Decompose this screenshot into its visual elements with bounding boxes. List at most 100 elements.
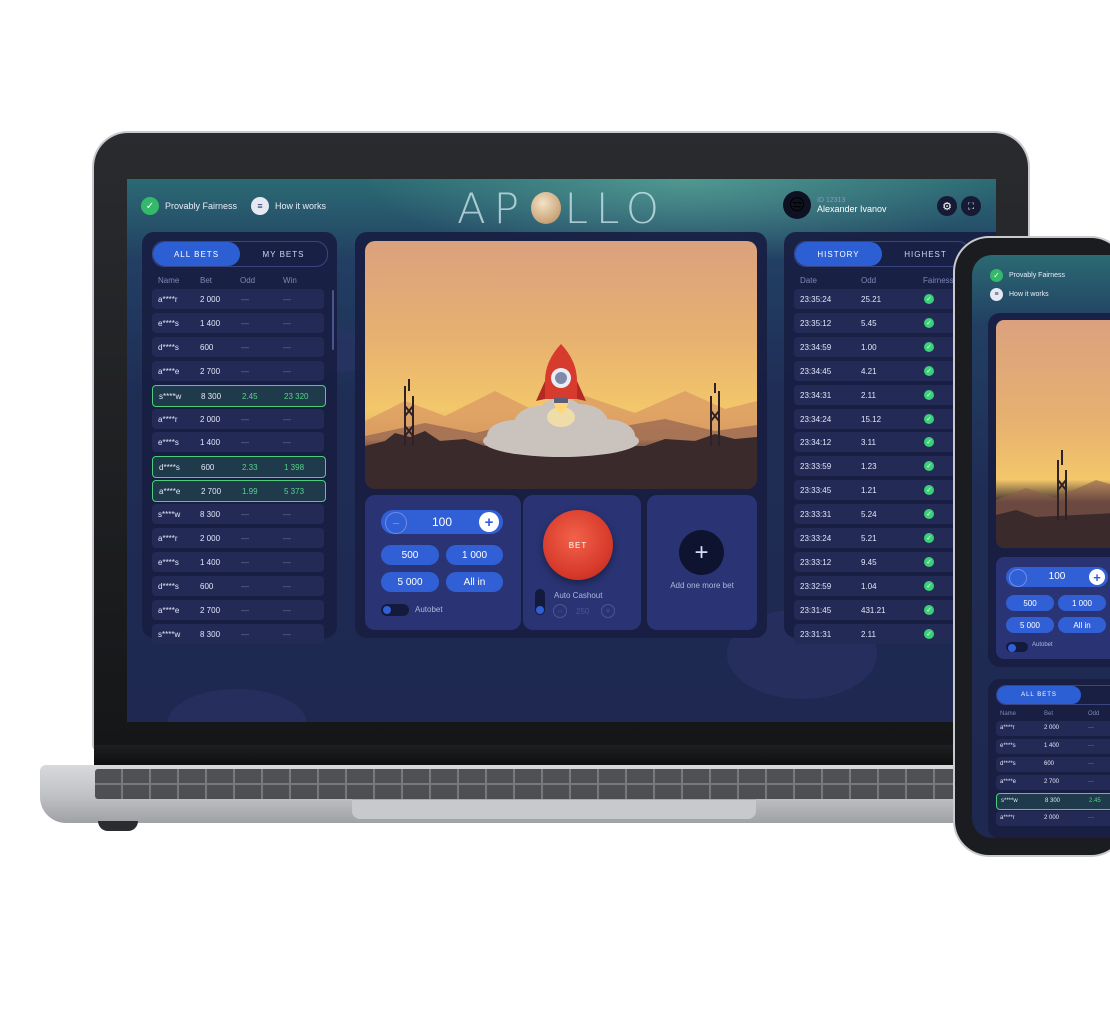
table-row[interactable]: s****w 8 300 2.45: [996, 793, 1110, 810]
plus-icon[interactable]: +: [479, 512, 499, 532]
fairness-check-icon[interactable]: ✓: [924, 485, 934, 496]
table-row[interactable]: d****s 600 —: [996, 757, 1110, 772]
table-row[interactable]: a****e 2 700 —: [996, 775, 1110, 790]
plus-icon[interactable]: +: [1089, 569, 1105, 585]
table-row[interactable]: s****w 8 300 — —: [152, 504, 324, 525]
bets-scrollbar[interactable]: [332, 290, 334, 350]
tablet-amount-stepper[interactable]: 100 +: [1006, 567, 1108, 587]
provably-fair-link[interactable]: ✓ Provably Fairness: [141, 197, 237, 215]
table-row[interactable]: d****s 600 — —: [152, 575, 324, 596]
table-row[interactable]: d****s 600 — —: [152, 336, 324, 357]
tablet-quick-bet-1000[interactable]: 1 000: [1058, 595, 1106, 611]
quick-bet-1000[interactable]: 1 000: [446, 545, 503, 565]
fairness-check-icon[interactable]: ✓: [924, 604, 934, 615]
fairness-check-icon[interactable]: ✓: [924, 389, 934, 400]
fairness-check-icon[interactable]: ✓: [924, 628, 934, 639]
user-id: ID 12313: [817, 196, 846, 204]
round-time: 23:31:45: [800, 605, 832, 615]
table-row[interactable]: d****s 600 2.33 1 398: [152, 456, 326, 479]
fairness-check-icon[interactable]: ✓: [924, 556, 934, 567]
table-row[interactable]: e****s 1 400 — —: [152, 432, 324, 453]
fairness-check-icon[interactable]: ✓: [924, 294, 934, 304]
table-row[interactable]: s****w 8 300 — —: [152, 623, 324, 644]
odd-value: —: [241, 318, 249, 328]
autobet-toggle[interactable]: [381, 604, 409, 616]
amount-stepper[interactable]: − 100 +: [381, 510, 503, 534]
amount-value[interactable]: 100: [409, 515, 475, 529]
bet-button-box: BET Auto Cashout − 250 +: [523, 495, 641, 630]
minus-icon[interactable]: −: [385, 512, 407, 534]
tablet-quick-bet-500[interactable]: 500: [1006, 595, 1054, 611]
odd-value: —: [241, 510, 249, 520]
table-row[interactable]: a****r 2 000 —: [996, 811, 1110, 826]
tablet-how-it-works-link[interactable]: ≡ How it works: [990, 288, 1049, 301]
bet-amount: 600: [200, 581, 214, 591]
player-name: a****e: [158, 605, 180, 615]
auto-cashout-toggle[interactable]: [535, 589, 545, 615]
minus-icon[interactable]: [1009, 569, 1027, 587]
tablet-tab-all-bets[interactable]: ALL BETS: [997, 686, 1081, 704]
add-bet-box[interactable]: + Add one more bet: [647, 495, 757, 630]
table-row[interactable]: a****r 2 000 — —: [152, 289, 324, 309]
fairness-check-icon[interactable]: ✓: [924, 580, 934, 591]
tab-my-bets[interactable]: MY BETS: [240, 242, 327, 266]
odd-value: 2.33: [242, 463, 258, 473]
table-row[interactable]: a****r 2 000 — —: [152, 528, 324, 548]
toggle-knob: [536, 606, 544, 614]
tablet-quick-bet-5000[interactable]: 5 000: [1006, 617, 1054, 633]
round-time: 23:35:12: [800, 318, 832, 328]
odd-value: —: [241, 581, 249, 591]
win-amount: 5 373: [284, 487, 305, 497]
table-row[interactable]: e****s 1 400 — —: [152, 312, 324, 333]
cashout-value[interactable]: 250: [576, 607, 589, 616]
round-odd: 25.21: [861, 295, 882, 304]
settings-gear-icon[interactable]: ⚙: [937, 196, 957, 216]
round-odd: 4.21: [861, 366, 877, 376]
tab-all-bets[interactable]: ALL BETS: [153, 242, 240, 266]
bet-button[interactable]: BET: [543, 510, 613, 580]
round-odd: 2.11: [861, 629, 876, 639]
cashout-plus-icon[interactable]: +: [601, 604, 615, 618]
fairness-check-icon[interactable]: ✓: [924, 413, 934, 424]
user-profile[interactable]: 😒 ID 12313 Alexander Ivanov: [783, 191, 887, 219]
table-row[interactable]: s****w 8 300 2.45 23 320: [152, 384, 326, 407]
fairness-check-icon[interactable]: ✓: [924, 461, 934, 472]
quick-bet-500[interactable]: 500: [381, 545, 439, 565]
fairness-check-icon[interactable]: ✓: [924, 509, 934, 520]
cashout-minus-icon[interactable]: −: [553, 604, 567, 618]
fairness-check-icon[interactable]: ✓: [924, 341, 934, 352]
round-odd: 5.21: [861, 534, 877, 543]
top-bar: ✓ Provably Fairness ≡ How it works AP LL…: [127, 179, 996, 235]
table-row[interactable]: e****s 1 400 —: [996, 739, 1110, 754]
table-row[interactable]: a****e 2 700 1.99 5 373: [152, 480, 326, 503]
table-row[interactable]: e****s 1 400 — —: [152, 551, 324, 572]
avatar: 😒: [783, 191, 811, 219]
tablet-autobet-toggle[interactable]: [1006, 642, 1028, 652]
tablet-quick-bet-all-in[interactable]: All in: [1058, 617, 1106, 633]
fairness-check-icon[interactable]: ✓: [924, 533, 934, 543]
laptop-screen: ✓ Provably Fairness ≡ How it works AP LL…: [127, 179, 996, 722]
round-odd: 2.11: [861, 390, 876, 400]
bet-amount: 1 400: [200, 438, 221, 448]
table-row[interactable]: a****e 2 700 — —: [152, 599, 324, 620]
tablet-provably-fair-link[interactable]: ✓ Provably Fairness: [990, 269, 1065, 282]
fairness-check-icon[interactable]: ✓: [924, 365, 934, 376]
tab-history[interactable]: HISTORY: [795, 242, 882, 266]
fairness-check-icon[interactable]: ✓: [924, 437, 934, 448]
tablet-column-header-bet: Bet: [1044, 711, 1054, 717]
quick-bet-5000[interactable]: 5 000: [381, 572, 439, 592]
table-row[interactable]: a****r 2 000 — —: [152, 408, 324, 429]
table-row[interactable]: a****r 2 000 —: [996, 721, 1110, 736]
tablet-amount-value[interactable]: 100: [1026, 571, 1088, 582]
how-it-works-link[interactable]: ≡ How it works: [251, 197, 326, 215]
fairness-check-icon[interactable]: ✓: [924, 317, 934, 328]
add-bet-plus-icon[interactable]: +: [679, 530, 724, 575]
player-name: a****r: [158, 414, 178, 424]
player-name: s****w: [158, 510, 181, 520]
round-time: 23:32:59: [800, 581, 832, 591]
table-row[interactable]: a****e 2 700 — —: [152, 360, 324, 381]
bet-amount: 2 700: [200, 605, 221, 615]
quick-bet-all-in[interactable]: All in: [446, 572, 503, 592]
fullscreen-icon[interactable]: ⛶: [961, 196, 981, 216]
win-amount: —: [283, 534, 291, 543]
